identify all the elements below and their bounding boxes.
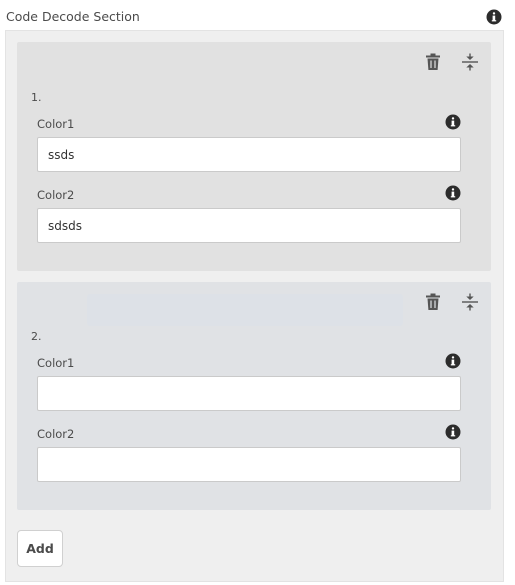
reorder-item-button[interactable] [459, 291, 481, 313]
info-icon[interactable] [445, 114, 461, 130]
item-number: 2. [31, 330, 42, 343]
color2-input[interactable] [37, 208, 461, 243]
color1-label: Color1 [37, 117, 75, 131]
reorder-item-button[interactable] [459, 51, 481, 73]
trash-icon [426, 53, 440, 70]
multifield-item: 1. Color1 Color2 [17, 42, 491, 271]
trash-icon [426, 293, 440, 310]
color2-label: Color2 [37, 188, 75, 202]
color1-input[interactable] [37, 376, 461, 411]
color1-input[interactable] [37, 137, 461, 172]
delete-item-button[interactable] [422, 291, 444, 313]
item-number: 1. [31, 91, 42, 104]
multifield-item: 2. Color1 Color2 [17, 282, 491, 510]
drag-reorder-icon [462, 293, 478, 311]
info-icon[interactable] [445, 185, 461, 201]
info-icon[interactable] [445, 424, 461, 440]
drag-reorder-icon [462, 53, 478, 71]
color2-label: Color2 [37, 427, 75, 441]
multifield-container: 1. Color1 Color2 [5, 30, 504, 582]
add-button[interactable]: Add [17, 530, 63, 567]
delete-item-button[interactable] [422, 51, 444, 73]
color2-input[interactable] [37, 447, 461, 482]
item-drag-area[interactable] [87, 294, 403, 326]
info-icon[interactable] [486, 9, 502, 25]
color1-label: Color1 [37, 356, 75, 370]
info-icon[interactable] [445, 353, 461, 369]
section-header: Code Decode Section [6, 9, 140, 24]
